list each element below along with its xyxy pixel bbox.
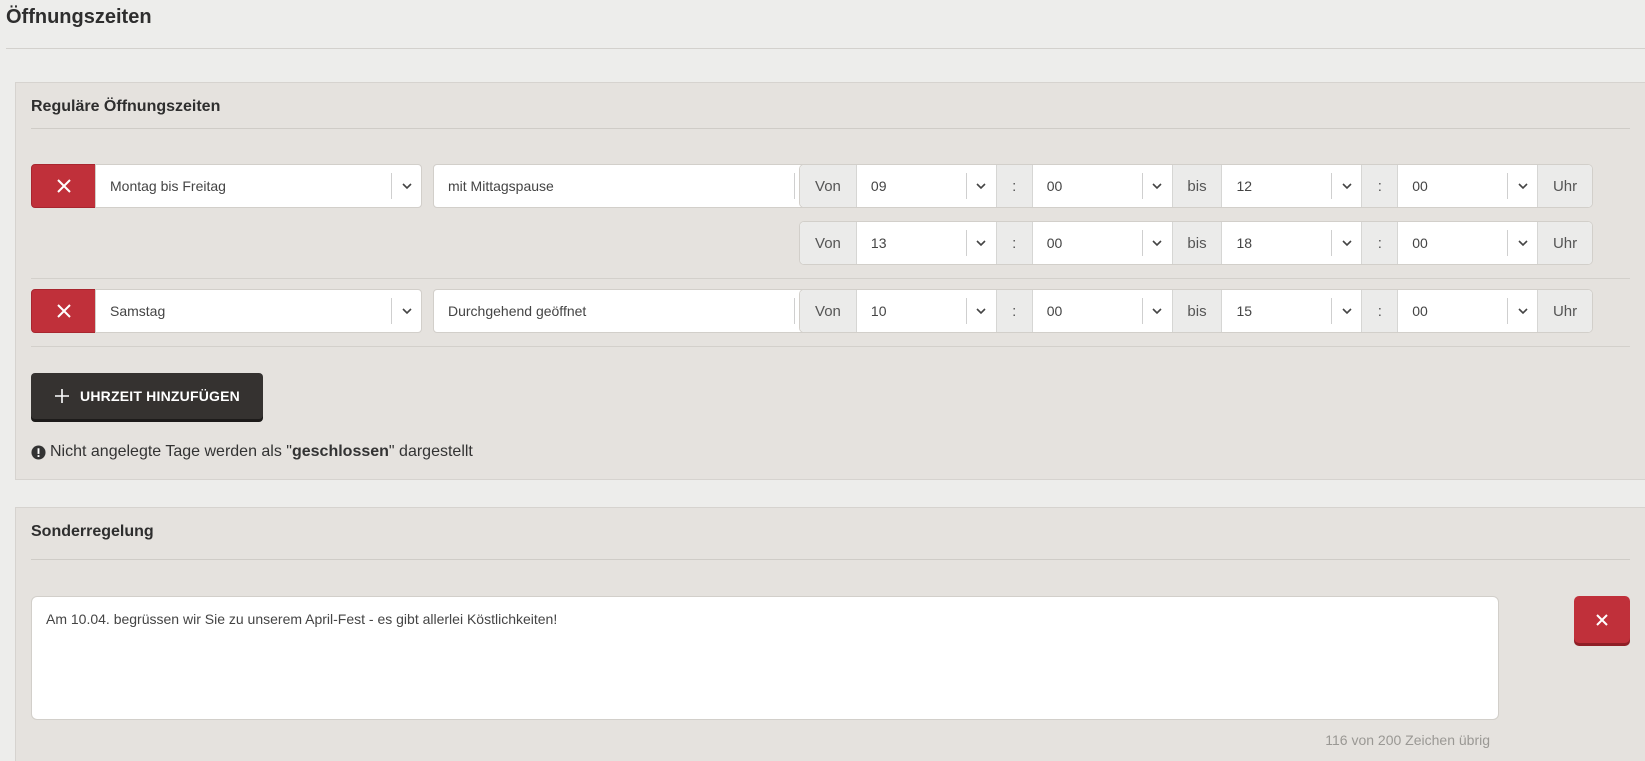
colon-separator: : <box>996 290 1033 332</box>
bis-label: bis <box>1172 165 1223 207</box>
chevron-down-icon <box>1507 230 1537 256</box>
uhr-label: Uhr <box>1538 165 1592 207</box>
to-hour-value: 12 <box>1236 178 1253 194</box>
from-minute-value: 00 <box>1046 235 1063 251</box>
day-select-value: Montag bis Freitag <box>110 178 226 194</box>
close-icon <box>56 179 71 193</box>
from-hour-select[interactable]: 10 <box>857 290 997 332</box>
chevron-down-icon <box>1331 173 1361 199</box>
chevron-down-icon <box>965 230 996 256</box>
plus-icon <box>55 389 70 403</box>
from-minute-select[interactable]: 00 <box>1033 222 1173 264</box>
chevron-down-icon <box>391 173 421 199</box>
regular-hours-panel: Reguläre Öffnungszeiten Montag bis Freit… <box>15 82 1645 480</box>
heading-divider <box>31 559 1630 560</box>
to-minute-value: 00 <box>1412 178 1428 194</box>
to-hour-select[interactable]: 12 <box>1222 165 1363 207</box>
from-minute-select[interactable]: 00 <box>1033 165 1173 207</box>
hours-row-extra-slot: Von 13 : 00 bis 18 : 00 Uhr <box>31 221 1630 265</box>
chevron-down-icon <box>1141 298 1172 324</box>
row-divider <box>31 278 1630 279</box>
delete-row-button[interactable] <box>31 289 96 333</box>
chevron-down-icon <box>1331 298 1361 324</box>
to-minute-select[interactable]: 00 <box>1398 222 1539 264</box>
chevron-down-icon <box>1507 298 1537 324</box>
day-select[interactable]: Samstag <box>95 289 422 333</box>
colon-separator: : <box>1362 165 1399 207</box>
mode-select[interactable]: Durchgehend geöffnet <box>433 289 825 333</box>
colon-separator: : <box>1362 290 1399 332</box>
closed-days-notice: Nicht angelegte Tage werden als " geschlo… <box>31 443 473 461</box>
exclamation-circle-icon <box>31 444 46 460</box>
to-hour-select[interactable]: 18 <box>1222 222 1363 264</box>
from-minute-value: 00 <box>1046 178 1063 194</box>
colon-separator: : <box>996 222 1033 264</box>
colon-separator: : <box>1362 222 1399 264</box>
day-select[interactable]: Montag bis Freitag <box>95 164 422 208</box>
to-hour-value: 15 <box>1236 303 1253 319</box>
time-slot: Von 09 : 00 bis 12 : 00 Uhr <box>799 164 1593 208</box>
special-rule-panel: Sonderregelung Am 10.04. begrüssen wir S… <box>15 507 1645 761</box>
bis-label: bis <box>1172 222 1223 264</box>
close-icon <box>56 304 71 318</box>
mode-select[interactable]: mit Mittagspause <box>433 164 825 208</box>
from-hour-select[interactable]: 09 <box>857 165 997 207</box>
from-minute-value: 00 <box>1046 303 1063 319</box>
chevron-down-icon <box>1141 230 1172 256</box>
day-select-value: Samstag <box>110 303 166 319</box>
hours-row: Samstag Durchgehend geöffnet Von 10 : 00… <box>31 289 1630 333</box>
chevron-down-icon <box>1507 173 1537 199</box>
notice-text-before: Nicht angelegte Tage werden als " <box>50 443 292 460</box>
close-icon <box>1596 613 1608 626</box>
mode-select-value: Durchgehend geöffnet <box>448 303 587 319</box>
add-time-button-label: UHRZEIT HINZUFÜGEN <box>80 388 240 404</box>
chevron-down-icon <box>1141 173 1172 199</box>
von-label: Von <box>800 222 857 264</box>
hours-row: Montag bis Freitag mit Mittagspause Von … <box>31 164 1630 208</box>
delete-special-rule-button[interactable] <box>1574 596 1630 643</box>
chevron-down-icon <box>965 173 996 199</box>
chevron-down-icon <box>965 298 996 324</box>
mode-select-value: mit Mittagspause <box>448 178 554 194</box>
from-hour-select[interactable]: 13 <box>857 222 997 264</box>
time-slot: Von 13 : 00 bis 18 : 00 Uhr <box>799 221 1593 265</box>
heading-divider <box>31 128 1630 129</box>
uhr-label: Uhr <box>1538 290 1592 332</box>
to-minute-select[interactable]: 00 <box>1398 290 1539 332</box>
from-minute-select[interactable]: 00 <box>1033 290 1173 332</box>
to-hour-select[interactable]: 15 <box>1222 290 1363 332</box>
row-divider <box>31 346 1630 347</box>
notice-text-after: " dargestellt <box>388 443 473 460</box>
from-hour-value: 10 <box>870 303 887 319</box>
page-title: Öffnungszeiten <box>6 6 152 28</box>
from-hour-value: 09 <box>870 178 887 194</box>
special-rule-textarea[interactable]: Am 10.04. begrüssen wir Sie zu unserem A… <box>31 596 1499 720</box>
to-minute-value: 00 <box>1412 303 1428 319</box>
chevron-down-icon <box>1331 230 1361 256</box>
character-counter: 116 von 200 Zeichen übrig <box>1325 732 1490 748</box>
bis-label: bis <box>1172 290 1223 332</box>
title-divider <box>6 48 1645 49</box>
chevron-down-icon <box>391 298 421 324</box>
notice-text-bold: geschlossen <box>291 443 389 460</box>
von-label: Von <box>800 290 857 332</box>
to-hour-value: 18 <box>1236 235 1253 251</box>
delete-row-button[interactable] <box>31 164 96 208</box>
colon-separator: : <box>996 165 1033 207</box>
regular-hours-heading: Reguläre Öffnungszeiten <box>31 98 221 115</box>
to-minute-value: 00 <box>1412 235 1428 251</box>
from-hour-value: 13 <box>870 235 887 251</box>
uhr-label: Uhr <box>1538 222 1592 264</box>
time-slot: Von 10 : 00 bis 15 : 00 Uhr <box>799 289 1593 333</box>
special-rule-heading: Sonderregelung <box>31 523 154 540</box>
add-time-button[interactable]: UHRZEIT HINZUFÜGEN <box>31 373 263 419</box>
von-label: Von <box>800 165 857 207</box>
to-minute-select[interactable]: 00 <box>1398 165 1539 207</box>
